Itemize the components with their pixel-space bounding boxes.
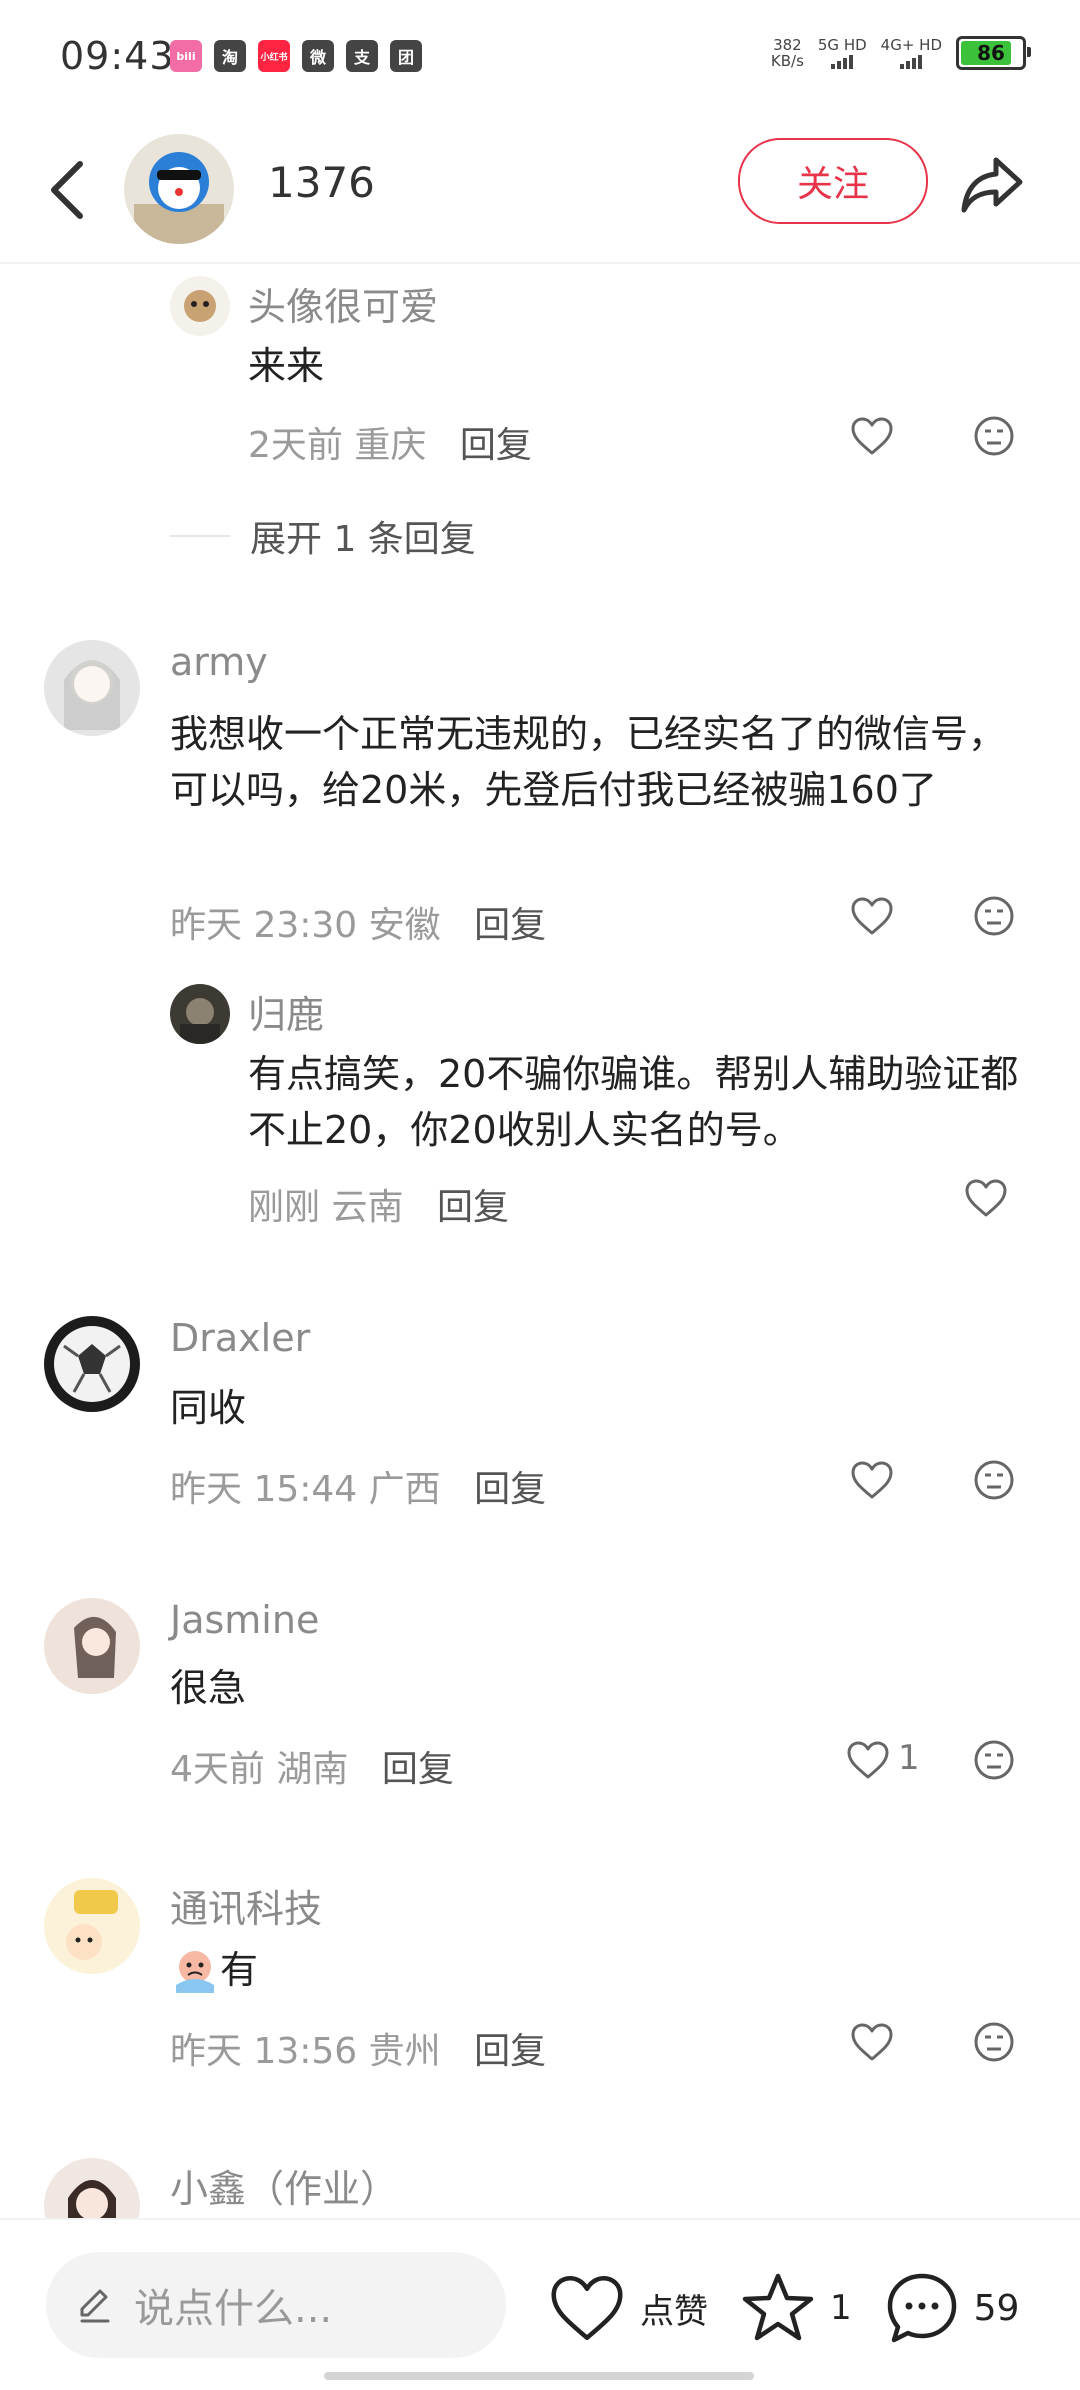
comment-time: 2天前 bbox=[248, 425, 343, 466]
meituan-icon: 团 bbox=[390, 40, 422, 72]
sim2-label: 4G+ HD bbox=[880, 36, 942, 54]
comment-location: 贵州 bbox=[368, 2031, 441, 2072]
reply-button[interactable]: 回复 bbox=[437, 1187, 509, 1228]
share-icon[interactable] bbox=[956, 148, 1028, 220]
header: 1376 关注 bbox=[0, 118, 1080, 264]
home-indicator[interactable] bbox=[324, 2372, 754, 2380]
dislike-icon[interactable] bbox=[972, 1738, 1016, 1782]
reply-button[interactable]: 回复 bbox=[474, 2031, 546, 2072]
dislike-icon[interactable] bbox=[972, 414, 1016, 458]
taobao-icon: 淘 bbox=[214, 40, 246, 72]
comment-text-content: 有 bbox=[220, 1948, 259, 1992]
comment-location: 安徽 bbox=[368, 905, 441, 946]
user-avatar[interactable] bbox=[44, 640, 140, 736]
dislike-icon[interactable] bbox=[972, 2020, 1016, 2064]
clock: 09:43 bbox=[60, 34, 175, 78]
like-button[interactable]: 点赞 bbox=[548, 2273, 708, 2343]
comment-location: 湖南 bbox=[276, 1749, 349, 1790]
battery-icon: 86 bbox=[956, 36, 1031, 70]
comment-count[interactable]: 59 bbox=[974, 2288, 1020, 2329]
comment-meta: 刚刚 云南 回复 bbox=[248, 1178, 509, 1230]
comment-meta: 2天前 重庆 回复 bbox=[248, 416, 532, 468]
heart-icon[interactable] bbox=[850, 416, 894, 456]
reply-button[interactable]: 回复 bbox=[460, 425, 532, 466]
user-avatar[interactable] bbox=[44, 1878, 140, 1974]
comment-location: 广西 bbox=[368, 1469, 441, 1510]
sim2-signal: 4G+ HD bbox=[881, 37, 942, 69]
comment-text: 很急 bbox=[170, 1666, 247, 1710]
reply-button[interactable]: 回复 bbox=[382, 1749, 454, 1790]
heart-icon[interactable] bbox=[548, 2273, 626, 2343]
expand-replies[interactable]: 展开 1 条回复 bbox=[170, 510, 476, 562]
comment-text: 我想收一个正常无违规的，已经实名了的微信号，可以吗，给20米，先登后付我已经被骗… bbox=[170, 712, 1007, 812]
heart-icon[interactable] bbox=[850, 896, 894, 936]
user-avatar[interactable] bbox=[44, 1598, 140, 1694]
dislike-icon[interactable] bbox=[972, 1458, 1016, 1502]
comment-text: 有点搞笑，20不骗你骗谁。帮别人辅助验证都不止20，你20收别人实名的号。 bbox=[248, 1052, 1019, 1152]
comment-username[interactable]: army bbox=[170, 640, 268, 684]
comment-username[interactable]: Jasmine bbox=[170, 1598, 319, 1642]
comment-meta: 昨天 13:56 贵州 回复 bbox=[170, 2022, 546, 2074]
like-label[interactable]: 点赞 bbox=[640, 2284, 708, 2333]
alipay-icon: 支 bbox=[346, 40, 378, 72]
heart-icon[interactable] bbox=[850, 1460, 894, 1500]
notification-icons: bili 淘 小红书 微 支 团 bbox=[170, 40, 422, 72]
author-avatar[interactable] bbox=[124, 134, 234, 244]
status-bar: 09:43 bili 淘 小红书 微 支 团 382 KB/s 5G HD 4G… bbox=[0, 0, 1080, 118]
bilibili-icon: bili bbox=[170, 40, 202, 72]
comment-username[interactable]: 归鹿 bbox=[248, 984, 324, 1039]
heart-icon[interactable] bbox=[846, 1740, 890, 1780]
comment-location: 重庆 bbox=[354, 425, 427, 466]
network-speed-unit: KB/s bbox=[770, 52, 804, 70]
comment-username[interactable]: 头像很可爱 bbox=[248, 276, 438, 331]
comment-username[interactable]: 通讯科技 bbox=[170, 1878, 322, 1933]
collect-button[interactable]: 1 bbox=[740, 2271, 852, 2345]
reply-button[interactable]: 回复 bbox=[474, 905, 546, 946]
comment-meta: 昨天 15:44 广西 回复 bbox=[170, 1460, 546, 1512]
network-speed: 382 KB/s bbox=[771, 37, 804, 69]
crying-emoji-icon bbox=[176, 1951, 214, 1993]
heart-icon[interactable] bbox=[850, 2022, 894, 2062]
xiaohongshu-icon: 小红书 bbox=[258, 40, 290, 72]
comment-time: 4天前 bbox=[170, 1749, 265, 1790]
comment-time: 刚刚 bbox=[248, 1187, 321, 1228]
wechat-icon: 微 bbox=[302, 40, 334, 72]
signal-bars-icon bbox=[900, 53, 923, 69]
pen-icon bbox=[80, 2289, 110, 2323]
comment-bubble-icon[interactable] bbox=[884, 2270, 960, 2346]
comment-input[interactable]: 说点什么... bbox=[46, 2252, 506, 2358]
back-arrow-icon[interactable] bbox=[40, 152, 100, 228]
sim1-label: 5G HD bbox=[817, 36, 867, 54]
star-icon[interactable] bbox=[740, 2271, 816, 2345]
follow-button[interactable]: 关注 bbox=[738, 138, 928, 224]
comment-username[interactable]: Draxler bbox=[170, 1316, 310, 1360]
comment-time: 昨天 15:44 bbox=[170, 1469, 358, 1510]
comment-meta: 4天前 湖南 回复 bbox=[170, 1740, 454, 1792]
comment-location: 云南 bbox=[331, 1187, 404, 1228]
signal-bars-icon bbox=[831, 53, 854, 69]
comment-text: 有 bbox=[170, 1942, 258, 1998]
comment-text: 同收 bbox=[170, 1386, 247, 1430]
comment-time: 昨天 23:30 bbox=[170, 905, 358, 946]
collect-count[interactable]: 1 bbox=[830, 2288, 852, 2328]
dislike-icon[interactable] bbox=[972, 894, 1016, 938]
comment-meta: 昨天 23:30 安徽 回复 bbox=[170, 896, 546, 948]
network-speed-value: 382 bbox=[773, 36, 802, 54]
expand-replies-label[interactable]: 展开 1 条回复 bbox=[250, 510, 476, 562]
comment-time: 昨天 13:56 bbox=[170, 2031, 358, 2072]
comment-input-placeholder[interactable]: 说点什么... bbox=[134, 2276, 332, 2334]
sim1-signal: 5G HD bbox=[818, 37, 867, 69]
comment-text: 来来 bbox=[248, 344, 325, 388]
user-avatar[interactable] bbox=[170, 276, 230, 336]
user-avatar[interactable] bbox=[170, 984, 230, 1044]
user-avatar[interactable] bbox=[44, 1316, 140, 1412]
reply-button[interactable]: 回复 bbox=[474, 1469, 546, 1510]
bottom-bar: 说点什么... 点赞 1 59 bbox=[0, 2218, 1080, 2390]
comment-username[interactable]: 小鑫（作业） bbox=[170, 2158, 398, 2213]
author-name[interactable]: 1376 bbox=[268, 158, 375, 207]
like-count: 1 bbox=[898, 1738, 920, 1778]
comments-button[interactable]: 59 bbox=[884, 2270, 1020, 2346]
heart-icon[interactable] bbox=[964, 1178, 1008, 1218]
battery-level: 86 bbox=[977, 41, 1005, 65]
